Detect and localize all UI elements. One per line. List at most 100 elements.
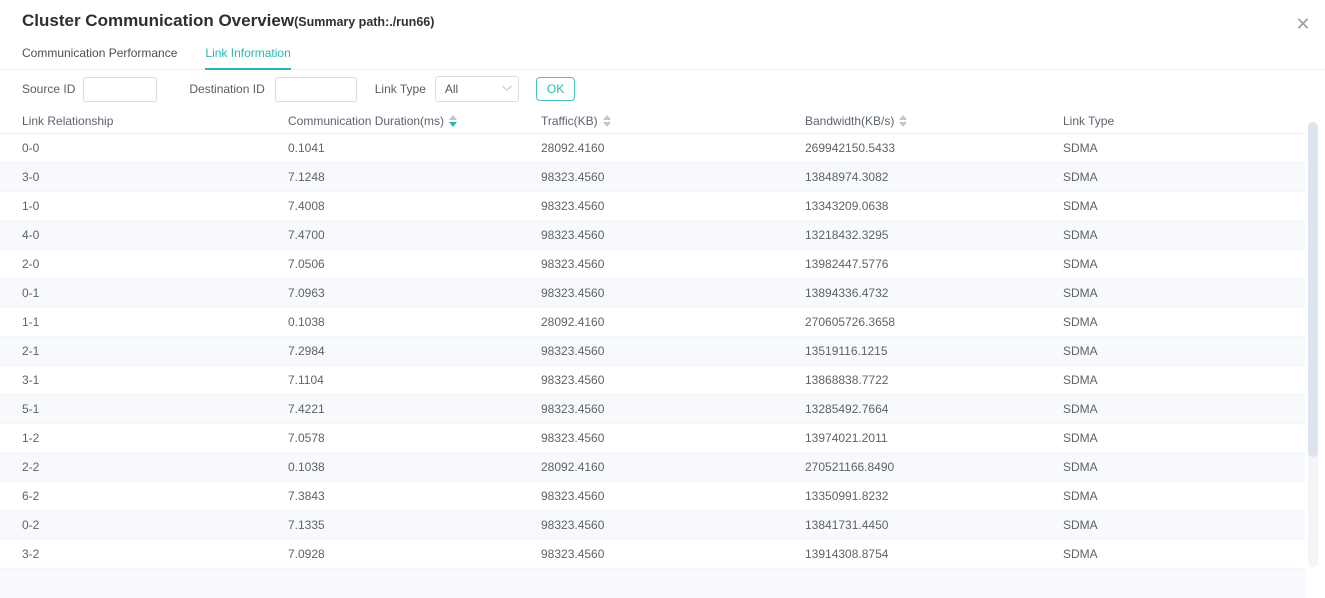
table-cell: 4-0 [22, 228, 288, 242]
destination-id-input[interactable] [275, 77, 357, 102]
table-cell: SDMA [1063, 228, 1305, 242]
table-cell: 7.0578 [288, 431, 541, 445]
destination-id-label: Destination ID [189, 82, 264, 96]
tab-communication-performance[interactable]: Communication Performance [22, 39, 177, 69]
column-header-3[interactable]: Bandwidth(KB/s) [805, 111, 1063, 131]
table-row: 0-00.104128092.4160269942150.5433SDMA [0, 134, 1305, 163]
column-header-label: Link Relationship [22, 114, 113, 128]
table-cell: 28092.4160 [541, 315, 805, 329]
table-cell: 7.1335 [288, 518, 541, 532]
table-cell: 7.0506 [288, 257, 541, 271]
filter-bar: Source ID Destination ID Link Type All O… [0, 70, 1325, 108]
table-cell: 2-0 [22, 257, 288, 271]
table-row: 3-17.110498323.456013868838.7722SDMA [0, 366, 1305, 395]
table-cell: 13848974.3082 [805, 170, 1063, 184]
table-cell: 13868838.7722 [805, 373, 1063, 387]
table-row: 5-17.422198323.456013285492.7664SDMA [0, 395, 1305, 424]
table-cell: 7.0963 [288, 286, 541, 300]
table-cell: 7.1104 [288, 373, 541, 387]
link-type-select[interactable]: All [435, 76, 519, 102]
sort-icon[interactable] [899, 111, 907, 131]
table-cell: SDMA [1063, 373, 1305, 387]
link-type-selected-value: All [445, 82, 458, 96]
sort-icon[interactable] [449, 111, 457, 131]
table-cell: 98323.4560 [541, 547, 805, 561]
table-cell: 98323.4560 [541, 344, 805, 358]
column-header-1[interactable]: Communication Duration(ms) [288, 111, 541, 131]
table-cell: 5-1 [22, 402, 288, 416]
tab-link-information[interactable]: Link Information [205, 39, 290, 69]
table-cell: 13218432.3295 [805, 228, 1063, 242]
table-cell: 98323.4560 [541, 257, 805, 271]
table-body: 0-00.104128092.4160269942150.5433SDMA3-0… [0, 134, 1305, 598]
caret-up-icon [603, 111, 611, 120]
column-header-4: Link Type [1063, 114, 1305, 128]
table-cell: SDMA [1063, 489, 1305, 503]
table-cell: 270521166.8490 [805, 460, 1063, 474]
source-id-input[interactable] [83, 77, 157, 102]
table-cell: 13914308.8754 [805, 547, 1063, 561]
caret-up-icon [899, 111, 907, 120]
link-type-label: Link Type [375, 82, 426, 96]
caret-up-icon [449, 111, 457, 120]
table-cell: 2-1 [22, 344, 288, 358]
ok-button[interactable]: OK [536, 77, 575, 101]
table-row: 2-07.050698323.456013982447.5776SDMA [0, 250, 1305, 279]
table-cell: 98323.4560 [541, 228, 805, 242]
table-cell: 7.4221 [288, 402, 541, 416]
table-row: 2-17.298498323.456013519116.1215SDMA [0, 337, 1305, 366]
sort-icon[interactable] [603, 111, 611, 131]
dialog-header: Cluster Communication Overview(Summary p… [0, 0, 1325, 31]
table-row: 1-10.103828092.4160270605726.3658SDMA [0, 308, 1305, 337]
table-cell: 3-1 [22, 373, 288, 387]
table-cell: 98323.4560 [541, 286, 805, 300]
table-row: 3-07.124898323.456013848974.3082SDMA [0, 163, 1305, 192]
table-cell: 0.1038 [288, 460, 541, 474]
table-cell: 98323.4560 [541, 431, 805, 445]
table-row: 0-17.096398323.456013894336.4732SDMA [0, 279, 1305, 308]
table-cell: 7.1248 [288, 170, 541, 184]
table-cell: 1-0 [22, 199, 288, 213]
table-cell: 13350991.8232 [805, 489, 1063, 503]
table-row: 2-20.103828092.4160270521166.8490SDMA [0, 453, 1305, 482]
table-cell: 13285492.7664 [805, 402, 1063, 416]
table-cell: 7.4700 [288, 228, 541, 242]
close-icon[interactable]: ✕ [1293, 14, 1313, 34]
table-cell: 13974021.2011 [805, 431, 1063, 445]
table-header-row: Link Relationship Communication Duration(… [0, 108, 1305, 134]
table-cell: SDMA [1063, 460, 1305, 474]
table-cell: 98323.4560 [541, 170, 805, 184]
column-header-label: Bandwidth(KB/s) [805, 114, 894, 128]
vertical-scrollbar-thumb[interactable] [1308, 122, 1318, 457]
table-cell: 3-2 [22, 547, 288, 561]
table-cell: 7.4008 [288, 199, 541, 213]
table-cell: 0-2 [22, 518, 288, 532]
table-row: 0-27.133598323.456013841731.4450SDMA [0, 511, 1305, 540]
table-cell: SDMA [1063, 170, 1305, 184]
table-cell: 98323.4560 [541, 373, 805, 387]
table-row: 1-07.400898323.456013343209.0638SDMA [0, 192, 1305, 221]
table-cell: SDMA [1063, 257, 1305, 271]
summary-path-subtitle: (Summary path:./run66) [294, 15, 434, 29]
table-cell: 98323.4560 [541, 518, 805, 532]
caret-down-icon [449, 122, 457, 131]
link-information-table: Link Relationship Communication Duration(… [0, 108, 1325, 598]
table-cell: SDMA [1063, 199, 1305, 213]
table-cell: SDMA [1063, 141, 1305, 155]
table-cell: 0-1 [22, 286, 288, 300]
column-header-2[interactable]: Traffic(KB) [541, 111, 805, 131]
table-row: 3-27.092898323.456013914308.8754SDMA [0, 540, 1305, 569]
table-cell: 6-2 [22, 489, 288, 503]
table-cell: 13841731.4450 [805, 518, 1063, 532]
table-row: 4-07.470098323.456013218432.3295SDMA [0, 221, 1305, 250]
table-cell: SDMA [1063, 402, 1305, 416]
table-cell: 98323.4560 [541, 199, 805, 213]
table-cell: 1-2 [22, 431, 288, 445]
table-cell: 3-0 [22, 170, 288, 184]
table-cell: SDMA [1063, 344, 1305, 358]
tab-bar: Communication Performance Link Informati… [0, 39, 1325, 70]
table-row: 6-27.384398323.456013350991.8232SDMA [0, 482, 1305, 511]
table-cell: SDMA [1063, 518, 1305, 532]
vertical-scrollbar-track[interactable] [1308, 122, 1318, 567]
column-header-label: Link Type [1063, 114, 1114, 128]
